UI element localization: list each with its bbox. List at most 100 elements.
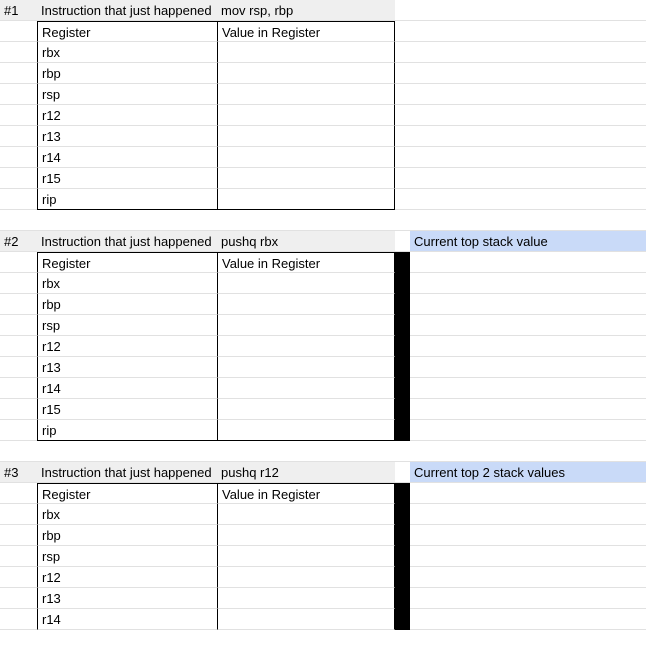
stack-cell[interactable] (410, 84, 646, 105)
row-label-empty (0, 399, 37, 420)
row-label-empty (0, 378, 37, 399)
register-value[interactable] (217, 84, 395, 105)
register-value[interactable] (217, 336, 395, 357)
register-name: r12 (37, 336, 217, 357)
register-value[interactable] (217, 147, 395, 168)
register-value[interactable] (217, 63, 395, 84)
stack-cell[interactable] (410, 21, 646, 42)
register-col-header: Register (37, 483, 217, 504)
stack-cell[interactable] (410, 294, 646, 315)
register-name: r12 (37, 105, 217, 126)
stack-cell[interactable] (410, 609, 646, 630)
stack-cell[interactable] (410, 273, 646, 294)
register-name: r14 (37, 609, 217, 630)
stack-cell[interactable] (410, 525, 646, 546)
spacer (395, 315, 410, 336)
spacer (395, 168, 410, 189)
spacer (395, 588, 410, 609)
register-value[interactable] (217, 42, 395, 63)
stack-cell[interactable] (410, 420, 646, 441)
register-value[interactable] (217, 315, 395, 336)
register-value[interactable] (217, 420, 395, 441)
register-value[interactable] (217, 357, 395, 378)
stack-cell[interactable] (410, 357, 646, 378)
register-value[interactable] (217, 504, 395, 525)
register-value[interactable] (217, 378, 395, 399)
row-label-empty (0, 357, 37, 378)
instruction-header-label: Instruction that just happened (37, 462, 217, 483)
register-value[interactable] (217, 168, 395, 189)
instruction-value: pushq rbx (217, 231, 395, 252)
instruction-header-label: Instruction that just happened (37, 231, 217, 252)
register-value[interactable] (217, 399, 395, 420)
spacer (395, 378, 410, 399)
register-name: r13 (37, 357, 217, 378)
separator (395, 210, 410, 231)
spacer (395, 147, 410, 168)
value-col-header: Value in Register (217, 252, 395, 273)
separator (410, 210, 646, 231)
register-value[interactable] (217, 273, 395, 294)
register-name: rbx (37, 504, 217, 525)
spacer (395, 546, 410, 567)
separator (395, 441, 410, 462)
row-label-empty (0, 294, 37, 315)
register-value[interactable] (217, 105, 395, 126)
row-label-empty (0, 252, 37, 273)
stack-cell[interactable] (410, 336, 646, 357)
spacer (395, 189, 410, 210)
separator (217, 210, 395, 231)
stack-cell[interactable] (410, 504, 646, 525)
stack-cell[interactable] (410, 126, 646, 147)
block-id: #3 (0, 462, 37, 483)
stack-cell[interactable] (410, 315, 646, 336)
row-label-empty (0, 63, 37, 84)
row-label-empty (0, 483, 37, 504)
stack-cell[interactable] (410, 105, 646, 126)
row-label-empty (0, 336, 37, 357)
stack-cell[interactable] (410, 252, 646, 273)
spacer (395, 21, 410, 42)
register-value[interactable] (217, 588, 395, 609)
register-name: r12 (37, 567, 217, 588)
register-name: rsp (37, 546, 217, 567)
instruction-value: mov rsp, rbp (217, 0, 395, 21)
stack-cell[interactable] (410, 567, 646, 588)
block-id: #1 (0, 0, 37, 21)
stack-cell[interactable] (410, 189, 646, 210)
register-value[interactable] (217, 189, 395, 210)
stack-cell[interactable] (410, 399, 646, 420)
stack-cell[interactable] (410, 63, 646, 84)
separator (37, 210, 217, 231)
row-label-empty (0, 84, 37, 105)
row-label-empty (0, 147, 37, 168)
stack-cell[interactable] (410, 378, 646, 399)
stack-cell[interactable] (410, 483, 646, 504)
register-value[interactable] (217, 546, 395, 567)
stack-cell[interactable] (410, 546, 646, 567)
register-name: rbx (37, 273, 217, 294)
separator (37, 441, 217, 462)
spacer (395, 609, 410, 630)
instruction-value: pushq r12 (217, 462, 395, 483)
register-value[interactable] (217, 126, 395, 147)
register-value[interactable] (217, 525, 395, 546)
spacer (395, 84, 410, 105)
stack-cell[interactable] (410, 42, 646, 63)
spacer (395, 63, 410, 84)
row-label-empty (0, 588, 37, 609)
row-label-empty (0, 504, 37, 525)
stack-header (410, 0, 646, 21)
stack-cell[interactable] (410, 168, 646, 189)
register-value[interactable] (217, 609, 395, 630)
spacer (395, 42, 410, 63)
stack-header: Current top stack value (410, 231, 646, 252)
row-label-empty (0, 21, 37, 42)
register-col-header: Register (37, 21, 217, 42)
stack-cell[interactable] (410, 588, 646, 609)
worksheet-grid: #1 Instruction that just happened mov rsp,… (0, 0, 646, 630)
register-value[interactable] (217, 567, 395, 588)
stack-cell[interactable] (410, 147, 646, 168)
row-label-empty (0, 168, 37, 189)
register-value[interactable] (217, 294, 395, 315)
